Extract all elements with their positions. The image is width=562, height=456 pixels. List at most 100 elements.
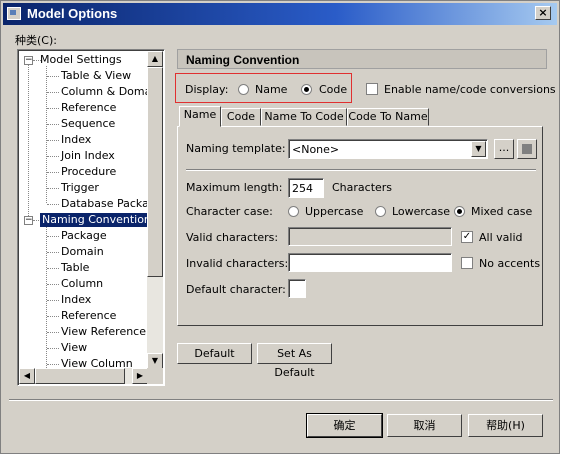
all-valid-checkbox[interactable]: ✓ <box>461 231 473 243</box>
tree-horizontal-scrollbar[interactable]: ◀ ▶ <box>19 368 148 384</box>
category-label: 种类(C): <box>15 34 57 47</box>
title-bar: Model Options × <box>3 3 557 25</box>
uppercase-label[interactable]: Uppercase <box>305 205 363 218</box>
browse-template-button[interactable]: ... <box>494 139 514 159</box>
panel-title: Naming Convention <box>177 49 547 69</box>
tree-connector <box>47 92 59 93</box>
tree-item[interactable]: Table <box>61 261 89 275</box>
tree-item[interactable]: Procedure <box>61 165 116 179</box>
tree-connector <box>47 268 59 269</box>
tree-item[interactable]: Trigger <box>61 181 99 195</box>
tree-connector <box>47 108 59 109</box>
enable-conversions-label[interactable]: Enable name/code conversions <box>384 83 556 96</box>
cancel-button[interactable]: 取消 <box>387 414 462 437</box>
chevron-down-icon[interactable]: ▼ <box>471 141 486 157</box>
lowercase-radio[interactable] <box>375 206 386 217</box>
close-button[interactable]: × <box>535 6 551 20</box>
properties-glyph <box>522 144 532 154</box>
tree-item[interactable]: Table & View <box>61 69 131 83</box>
window-title: Model Options <box>27 6 118 21</box>
tree-connector <box>47 252 59 253</box>
naming-template-label: Naming template: <box>186 142 286 155</box>
help-button[interactable]: 帮助(H) <box>468 414 543 437</box>
tree-connector <box>47 140 59 141</box>
expand-toggle-icon[interactable]: − <box>24 56 33 65</box>
tree-item[interactable]: Join Index <box>61 149 115 163</box>
tree-item[interactable]: View <box>61 341 87 355</box>
tree-item[interactable]: Reference <box>61 309 116 323</box>
tree-item[interactable]: Column <box>61 277 103 291</box>
tree-connector <box>47 188 59 189</box>
tree-connector <box>47 172 59 173</box>
default-character-label: Default character: <box>186 283 286 296</box>
lowercase-label[interactable]: Lowercase <box>392 205 450 218</box>
mixed-case-radio[interactable] <box>454 206 465 217</box>
display-name-label[interactable]: Name <box>255 83 287 96</box>
tree-connector <box>28 64 29 220</box>
tab-code[interactable]: Code <box>221 108 261 126</box>
max-length-label: Maximum length: <box>186 181 283 194</box>
tree-connector <box>46 226 47 372</box>
tree-connector <box>47 300 59 301</box>
tab-name-to-code[interactable]: Name To Code <box>261 108 347 126</box>
tree-connector <box>47 156 59 157</box>
tree-item[interactable]: View Reference <box>61 325 146 339</box>
category-tree[interactable]: − Model Settings Table & View Column & Doma… <box>17 49 165 386</box>
tree-connector <box>47 332 59 333</box>
no-accents-checkbox[interactable] <box>461 257 473 269</box>
tree-connector <box>47 316 59 317</box>
default-character-input[interactable] <box>288 279 306 298</box>
set-as-default-button[interactable]: Set As Default <box>257 343 332 379</box>
tree-connector <box>47 364 59 365</box>
separator <box>186 169 536 171</box>
scroll-corner <box>147 368 163 384</box>
tree-connector <box>46 66 47 203</box>
scroll-right-icon[interactable]: ▶ <box>132 368 148 384</box>
tree-connector <box>47 204 59 205</box>
app-icon <box>7 7 21 20</box>
tree-item[interactable]: Domain <box>61 245 104 259</box>
default-button[interactable]: Default <box>177 343 252 364</box>
expand-toggle-icon[interactable]: − <box>24 216 33 225</box>
valid-characters-input[interactable] <box>288 227 452 246</box>
tree-item[interactable]: Index <box>61 293 91 307</box>
tree-item[interactable]: Model Settings <box>40 53 122 67</box>
tab-code-to-name[interactable]: Code To Name <box>347 108 429 126</box>
tree-connector <box>47 348 59 349</box>
display-code-radio[interactable] <box>301 84 312 95</box>
tree-connector <box>47 284 59 285</box>
uppercase-radio[interactable] <box>288 206 299 217</box>
tree-connector <box>47 76 59 77</box>
tree-item[interactable]: Naming Convention <box>40 213 153 227</box>
all-valid-label[interactable]: All valid <box>479 231 522 244</box>
display-code-label[interactable]: Code <box>319 83 347 96</box>
ok-button[interactable]: 确定 <box>306 413 383 438</box>
max-length-input[interactable]: 254 <box>288 178 324 198</box>
mixed-case-label[interactable]: Mixed case <box>471 205 532 218</box>
valid-characters-label: Valid characters: <box>186 231 279 244</box>
invalid-characters-label: Invalid characters: <box>186 257 289 270</box>
naming-template-select[interactable]: <None> <box>288 139 488 159</box>
tree-item[interactable]: Package <box>61 229 107 243</box>
footer-separator <box>9 399 553 401</box>
tab-name[interactable]: Name <box>179 106 221 127</box>
properties-icon[interactable] <box>517 139 537 159</box>
no-accents-label[interactable]: No accents <box>479 257 540 270</box>
tree-vertical-scrollbar[interactable]: ▲ ▼ <box>147 51 163 369</box>
scroll-thumb[interactable] <box>147 67 163 277</box>
tree-item[interactable]: Reference <box>61 101 116 115</box>
character-case-label: Character case: <box>186 205 273 218</box>
model-options-dialog: Model Options × 种类(C): − Model Settings Ta… <box>0 0 560 454</box>
scroll-up-icon[interactable]: ▲ <box>147 51 163 67</box>
scroll-thumb[interactable] <box>35 368 125 384</box>
scroll-left-icon[interactable]: ◀ <box>19 368 35 384</box>
invalid-characters-input[interactable] <box>288 253 452 272</box>
tree-item[interactable]: Sequence <box>61 117 115 131</box>
max-length-unit: Characters <box>332 181 393 194</box>
scroll-down-icon[interactable]: ▼ <box>147 353 163 369</box>
tree-connector <box>47 236 59 237</box>
tree-item[interactable]: Index <box>61 133 91 147</box>
tree-connector <box>47 124 59 125</box>
display-name-radio[interactable] <box>238 84 249 95</box>
enable-conversions-checkbox[interactable] <box>366 83 378 95</box>
